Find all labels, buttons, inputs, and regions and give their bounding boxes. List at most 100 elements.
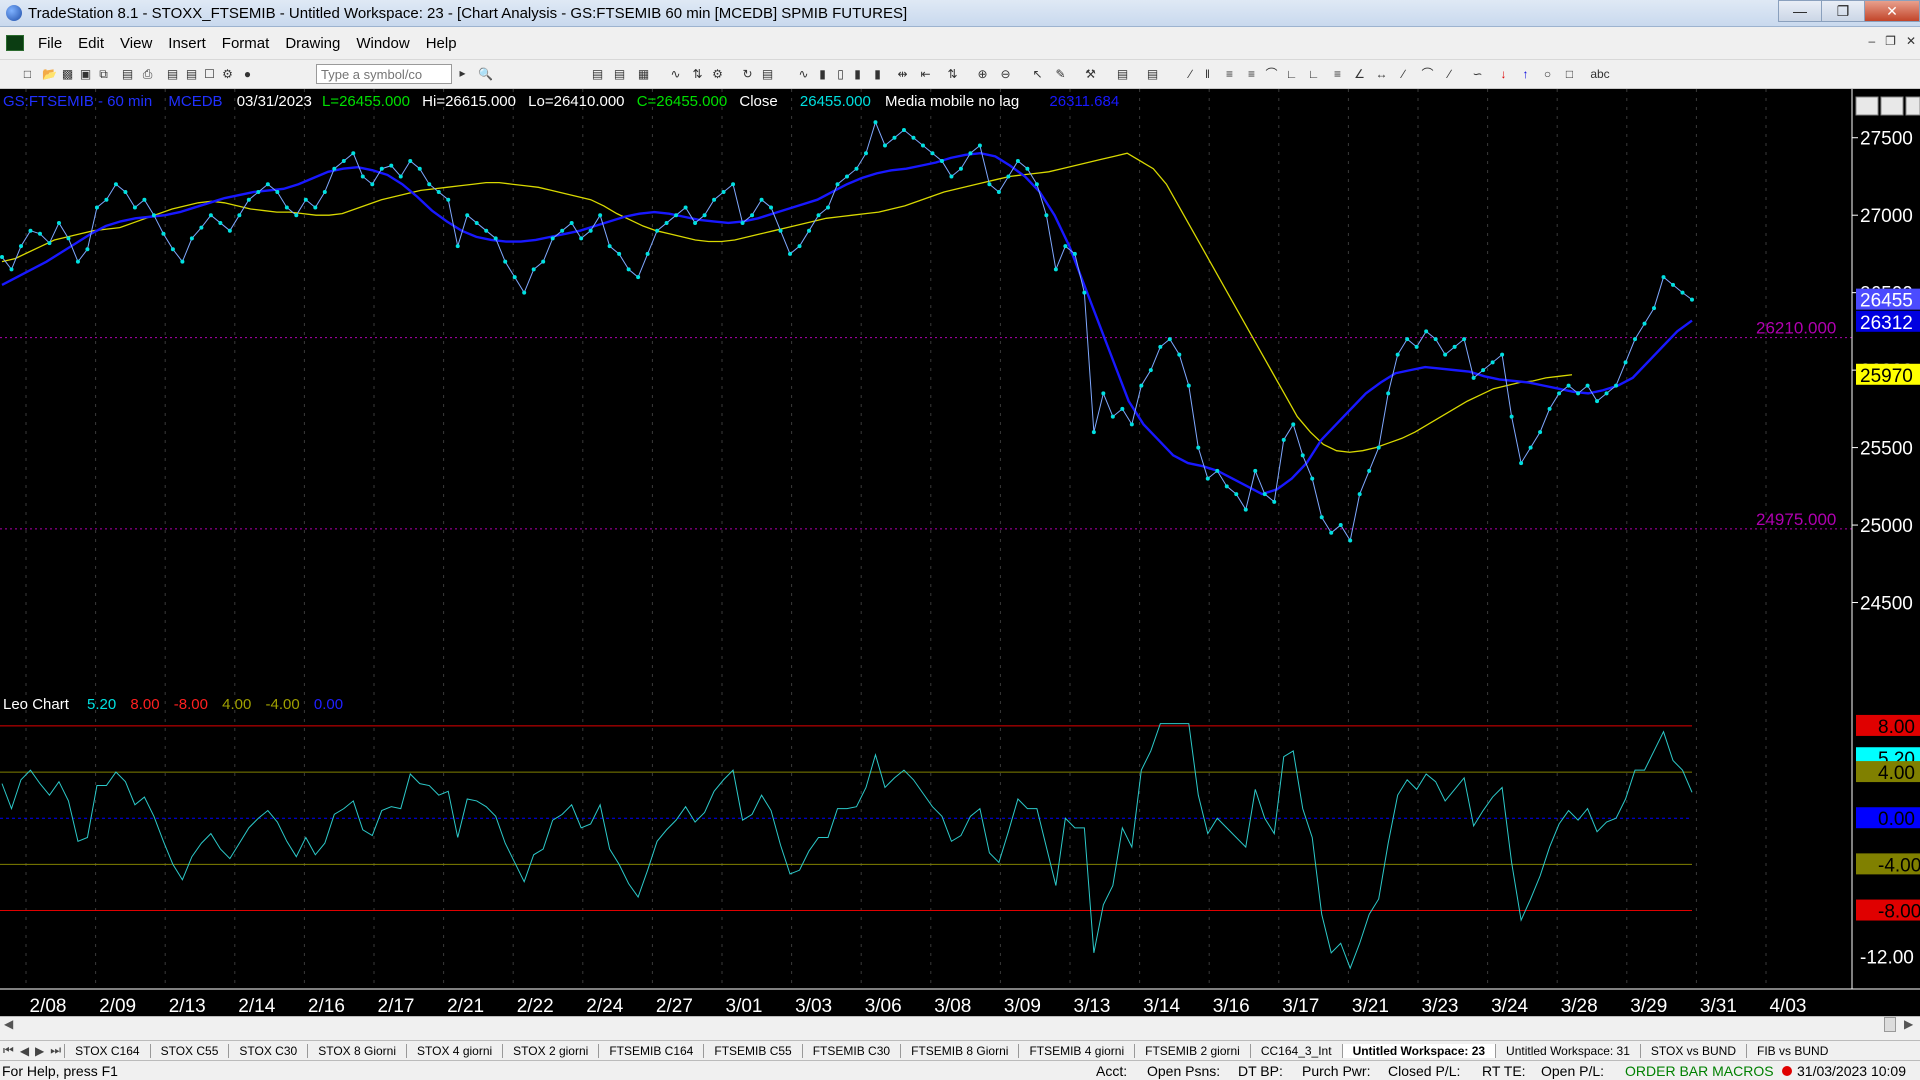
- point-figure-icon[interactable]: ▮: [870, 67, 885, 82]
- tab-ftsemib-c55[interactable]: FTSEMIB C55: [703, 1043, 801, 1058]
- tab-ftsemib-4-giorni[interactable]: FTSEMIB 4 giorni: [1018, 1043, 1134, 1058]
- tab-untitled-workspace-31[interactable]: Untitled Workspace: 31: [1495, 1043, 1640, 1058]
- tool-icon[interactable]: ⚒: [1083, 67, 1098, 82]
- open-icon[interactable]: 📂: [42, 67, 57, 82]
- menu-format[interactable]: Format: [214, 35, 278, 52]
- up-arrow-icon[interactable]: ↑: [1518, 67, 1533, 82]
- tab-prev-icon[interactable]: ◀: [17, 1044, 32, 1058]
- zoom-out-icon[interactable]: ⊖: [998, 67, 1013, 82]
- chart-analysis-window[interactable]: 27500270002650026000255002500024500 2645…: [0, 89, 1920, 1025]
- price-point-0: [0, 255, 4, 260]
- scroll-right-icon[interactable]: ⇤: [918, 67, 933, 82]
- gann-fan-icon[interactable]: ∟: [1306, 67, 1321, 82]
- angle-icon[interactable]: ∠: [1352, 67, 1367, 82]
- channel-icon[interactable]: ∕: [1396, 67, 1411, 82]
- menu-view[interactable]: View: [112, 35, 160, 52]
- bar-chart-icon[interactable]: ▮: [815, 67, 830, 82]
- go-arrow-icon[interactable]: ▸: [455, 66, 470, 81]
- down-arrow-icon[interactable]: ↓: [1496, 67, 1511, 82]
- horizontal-scrollbar[interactable]: ◀ ▶: [0, 1016, 1920, 1033]
- tab-ftsemib-c30[interactable]: FTSEMIB C30: [801, 1043, 900, 1058]
- cycle-icon[interactable]: ⌒: [1420, 67, 1435, 82]
- candle-chart-icon[interactable]: ▯: [833, 67, 848, 82]
- fib-icon[interactable]: ≡: [1244, 67, 1259, 82]
- tab-first-icon[interactable]: ⏮: [0, 1043, 17, 1058]
- tools-icon[interactable]: ⚙: [220, 67, 235, 82]
- mdi-minimize-button[interactable]: –: [1868, 34, 1875, 48]
- zoom-in-icon[interactable]: ⊕: [975, 67, 990, 82]
- tab-next-icon[interactable]: ▶: [32, 1044, 47, 1058]
- insert-indicator-icon[interactable]: ∿: [668, 67, 683, 82]
- tab-stox-8-giorni[interactable]: STOX 8 Giorni: [307, 1043, 406, 1058]
- symbol-lookup-icon[interactable]: 🔍: [478, 67, 493, 82]
- format-icon[interactable]: ⚙: [710, 67, 725, 82]
- tab-stox-vs-bund[interactable]: STOX vs BUND: [1639, 1043, 1746, 1058]
- bar-spacing-icon[interactable]: ⇹: [895, 67, 910, 82]
- rectangle-icon[interactable]: □: [1562, 67, 1577, 82]
- new-workspace-icon[interactable]: ▣: [78, 67, 93, 82]
- bar-spacing-down-icon[interactable]: ⇅: [945, 67, 960, 82]
- regression-icon[interactable]: ∕: [1442, 67, 1457, 82]
- tab-ftsemib-2-giorni[interactable]: FTSEMIB 2 giorni: [1134, 1043, 1250, 1058]
- matrix-icon[interactable]: ▦: [636, 67, 651, 82]
- ruler-icon[interactable]: ↔: [1374, 67, 1389, 82]
- tab-cc164-3-int[interactable]: CC164_3_Int: [1249, 1043, 1342, 1058]
- mdi-restore-button[interactable]: ❐: [1885, 34, 1896, 48]
- window-icon[interactable]: ▤: [184, 67, 199, 82]
- pointer-icon[interactable]: ↖: [1030, 67, 1045, 82]
- status-order-bar-macros[interactable]: ORDER BAR MACROS: [1625, 1063, 1774, 1079]
- copy-icon[interactable]: ⧉: [96, 67, 111, 82]
- horizontal-lines-icon[interactable]: ≡: [1222, 67, 1237, 82]
- menu-file[interactable]: File: [30, 35, 70, 52]
- menu-edit[interactable]: Edit: [70, 35, 112, 52]
- save-icon[interactable]: ▩: [60, 67, 75, 82]
- new-icon[interactable]: □: [20, 67, 35, 82]
- tab-untitled-workspace-23[interactable]: Untitled Workspace: 23: [1341, 1043, 1496, 1058]
- line-chart-icon[interactable]: ∿: [796, 67, 811, 82]
- minimize-button[interactable]: —: [1778, 0, 1822, 22]
- drawing-object-icon[interactable]: ✎: [1053, 67, 1068, 82]
- andrews-pitchfork-icon[interactable]: ≡: [1330, 67, 1345, 82]
- menu-insert[interactable]: Insert: [160, 35, 214, 52]
- chart-analysis-icon[interactable]: ▤: [590, 67, 605, 82]
- symbol-input[interactable]: [316, 64, 452, 84]
- print-icon[interactable]: ⎙: [140, 67, 155, 82]
- data-window-icon[interactable]: ▤: [760, 67, 775, 82]
- scroll-right-icon[interactable]: ▶: [1904, 1017, 1913, 1031]
- tab-fib-vs-bund[interactable]: FIB vs BUND: [1746, 1043, 1838, 1058]
- scroll-thumb[interactable]: [1884, 1017, 1896, 1032]
- print-preview-icon[interactable]: ▤: [120, 67, 135, 82]
- menu-window[interactable]: Window: [348, 35, 417, 52]
- menu-help[interactable]: Help: [418, 35, 465, 52]
- maximize-button[interactable]: ❐: [1821, 0, 1865, 22]
- globe-icon[interactable]: ●: [240, 67, 255, 82]
- ellipse-icon[interactable]: ○: [1540, 67, 1555, 82]
- tab-stox-c55[interactable]: STOX C55: [149, 1043, 229, 1058]
- workspace-icon[interactable]: ▤: [165, 67, 180, 82]
- tab-stox-c164[interactable]: STOX C164: [64, 1043, 149, 1058]
- tab-last-icon[interactable]: ⏭: [47, 1043, 64, 1058]
- insert-strategy-icon[interactable]: ⇅: [690, 67, 705, 82]
- refresh-icon[interactable]: ↻: [740, 67, 755, 82]
- tab-stox-4-giorni[interactable]: STOX 4 giorni: [406, 1043, 502, 1058]
- freehand-icon[interactable]: ∽: [1470, 67, 1485, 82]
- vertical-lines-icon[interactable]: ‖: [1200, 67, 1215, 82]
- lock-icon[interactable]: ☐: [202, 67, 217, 82]
- text-tool-icon[interactable]: abc: [1585, 67, 1615, 82]
- tab-stox-2-giorni[interactable]: STOX 2 giorni: [502, 1043, 598, 1058]
- insert-analysis-icon[interactable]: ▤: [1115, 67, 1130, 82]
- menu-drawing[interactable]: Drawing: [277, 35, 348, 52]
- scroll-left-icon[interactable]: ◀: [4, 1017, 13, 1031]
- tab-ftsemib-c164[interactable]: FTSEMIB C164: [598, 1043, 703, 1058]
- tab-ftsemib-8-giorni[interactable]: FTSEMIB 8 Giorni: [900, 1043, 1018, 1058]
- tab-stox-c30[interactable]: STOX C30: [228, 1043, 307, 1058]
- ohlc-chart-icon[interactable]: ▮: [850, 67, 865, 82]
- arc-icon[interactable]: ⌒: [1264, 67, 1279, 82]
- trendline-icon[interactable]: ∕: [1183, 67, 1198, 82]
- close-button[interactable]: ✕: [1864, 0, 1920, 22]
- speed-lines-icon[interactable]: ∟: [1284, 67, 1299, 82]
- radar-screen-icon[interactable]: ▤: [612, 67, 627, 82]
- mdi-close-button[interactable]: ✕: [1906, 34, 1916, 48]
- alert-icon[interactable]: ▤: [1145, 67, 1160, 82]
- chart-canvas[interactable]: 27500270002650026000255002500024500 2645…: [0, 89, 1920, 1016]
